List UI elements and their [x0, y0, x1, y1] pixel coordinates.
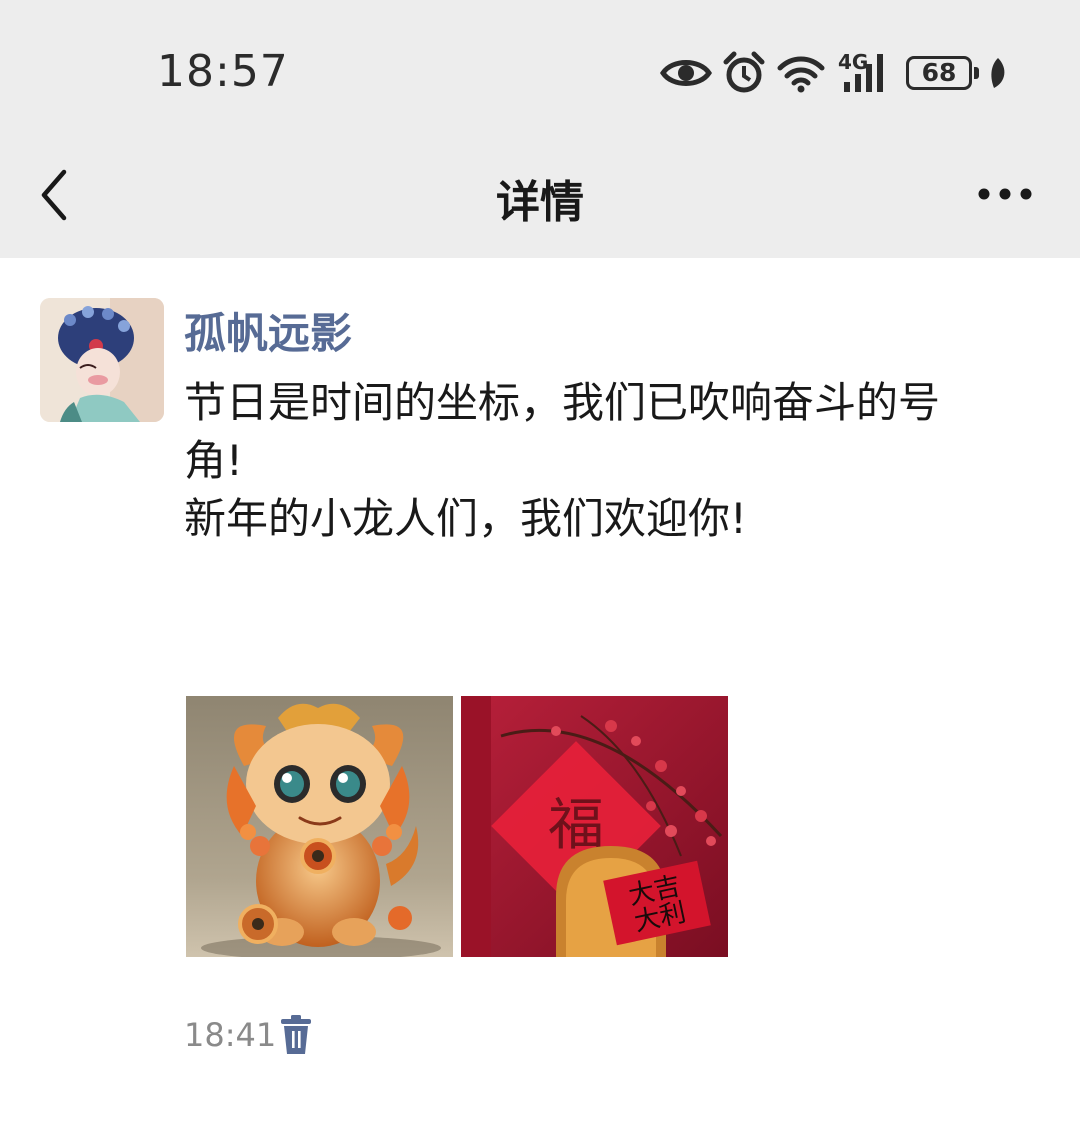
red-envelope-plum-blossom-image: 福 大吉 大利: [461, 696, 728, 957]
post-photo-red-envelope[interactable]: 福 大吉 大利: [461, 696, 728, 957]
opera-portrait-avatar-image: [40, 298, 164, 422]
trash-icon[interactable]: [279, 1014, 313, 1056]
dragon-figurine-image: [186, 696, 453, 957]
post-text-line: 新年的小龙人们，我们欢迎你!: [184, 494, 747, 543]
wifi-icon: [777, 56, 825, 93]
status-bar: 18:57 4G 68: [0, 0, 1080, 140]
signal-bars: [844, 54, 883, 92]
post-photo-dragon[interactable]: [186, 696, 453, 957]
more-horizontal-icon[interactable]: [972, 174, 1038, 214]
avatar[interactable]: [40, 298, 164, 422]
signal-icon: 4G: [836, 50, 894, 96]
post-author-name[interactable]: 孤帆远影: [184, 300, 352, 361]
battery-icon: 68: [906, 50, 980, 96]
post-text-line: 角!: [184, 436, 243, 485]
battery-level: 68: [921, 58, 957, 87]
post-text-line: 节日是时间的坐标，我们已吹响奋斗的号: [184, 378, 941, 427]
nav-bar: 详情: [0, 140, 1080, 258]
post-text: 节日是时间的坐标，我们已吹响奋斗的号 角! 新年的小龙人们，我们欢迎你!: [184, 374, 1034, 548]
status-time: 18:57: [157, 46, 289, 97]
page-title: 详情: [496, 177, 584, 228]
leaf-icon: [991, 58, 1005, 88]
alarm-icon: [723, 51, 765, 93]
post-timestamp: 18:41: [184, 1016, 277, 1054]
eye-icon: [660, 60, 712, 86]
